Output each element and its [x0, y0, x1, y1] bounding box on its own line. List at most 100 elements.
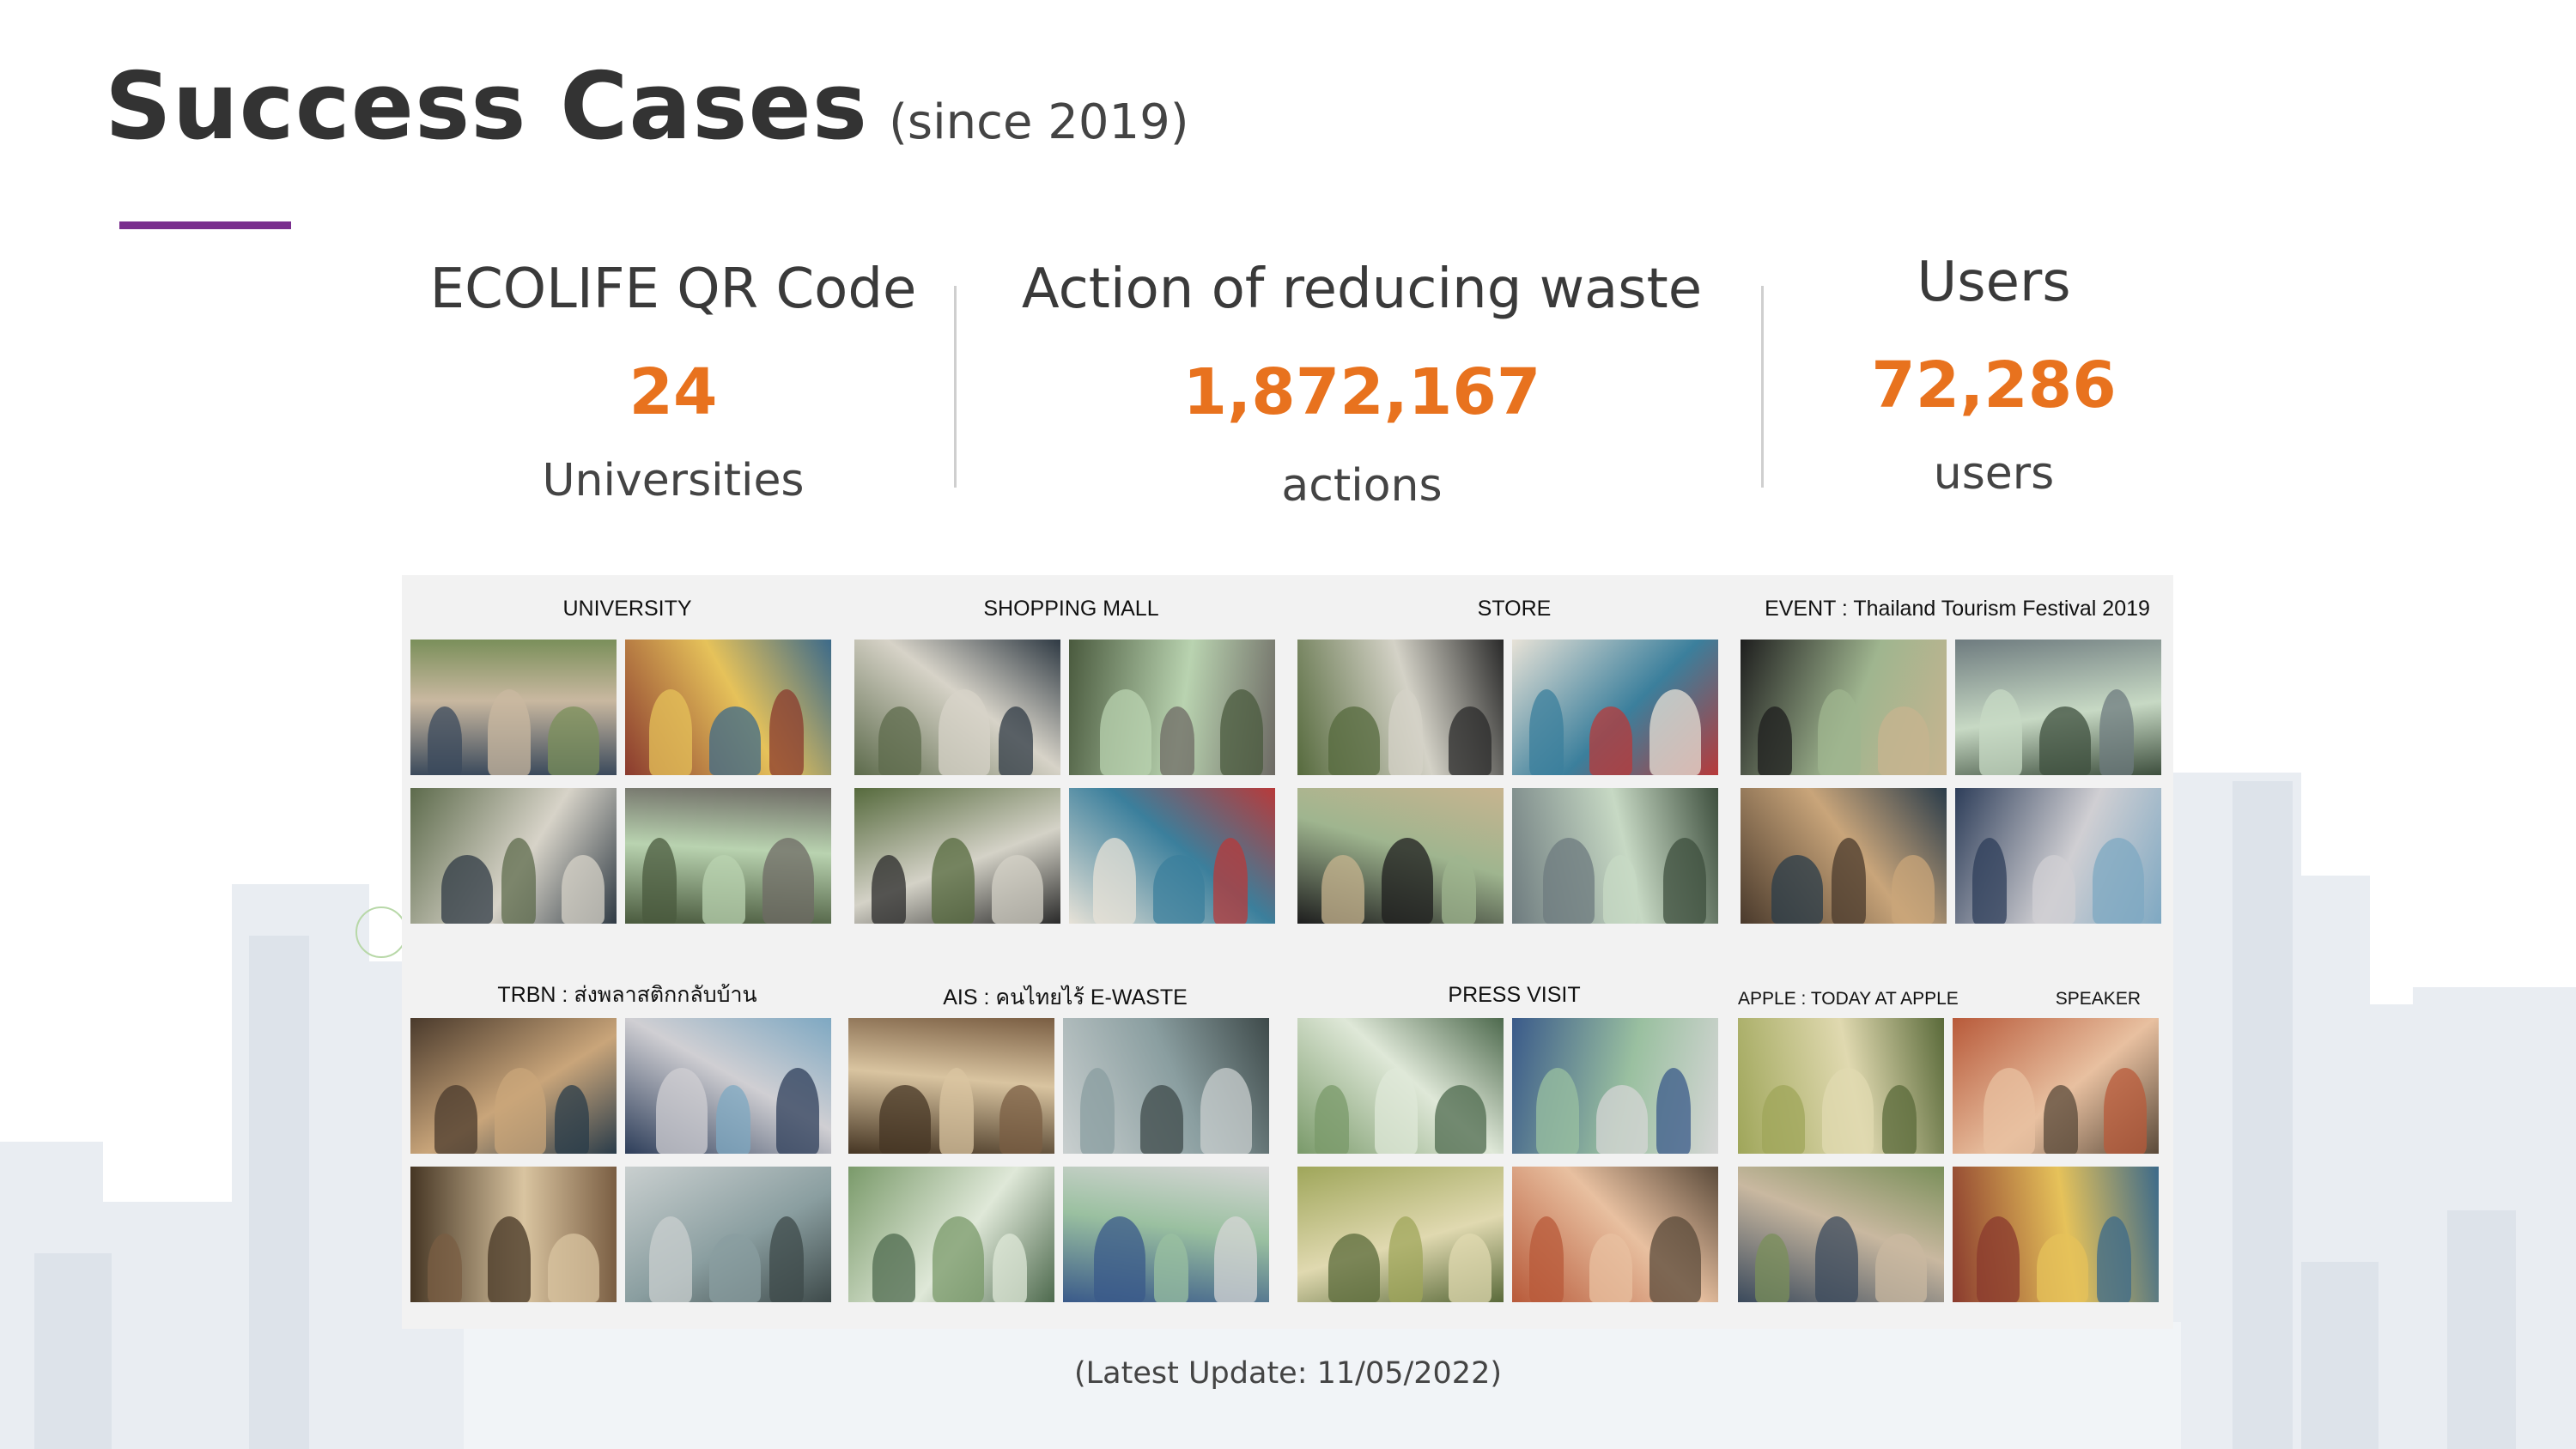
- photo-figure-shape: [1762, 1085, 1805, 1154]
- collage-photo: [1512, 1167, 1718, 1302]
- accent-bar: [119, 221, 291, 229]
- photo-figure-shape: [999, 706, 1033, 775]
- collage-photo: [854, 788, 1060, 924]
- slide-subtitle: (since 2019): [889, 94, 1189, 150]
- photo-grid: [854, 640, 1288, 924]
- collage-photo: [1063, 1018, 1269, 1154]
- photo-figure-shape: [933, 1216, 984, 1302]
- photo-figure-shape: [649, 689, 692, 775]
- photo-figure-shape: [1529, 689, 1564, 775]
- photo-figure-shape: [2037, 1234, 2088, 1302]
- photo-figure-shape: [872, 855, 906, 924]
- photo-figure-shape: [992, 855, 1043, 924]
- stat-divider: [954, 286, 957, 488]
- photo-figure-shape: [1442, 855, 1476, 924]
- photo-figure-shape: [1543, 838, 1595, 924]
- stat-unit: Universities: [542, 455, 805, 506]
- photo-figure-shape: [1388, 1216, 1423, 1302]
- photo-figure-shape: [1529, 1216, 1564, 1302]
- collage-photo: [1297, 788, 1504, 924]
- photo-figure-shape: [555, 1085, 589, 1154]
- collage-photo: [1063, 1167, 1269, 1302]
- collage-photo: [848, 1167, 1054, 1302]
- collage-photo: [1069, 788, 1275, 924]
- photo-grid: [410, 1018, 844, 1302]
- photo-figure-shape: [428, 706, 462, 775]
- collage-photo: [1069, 640, 1275, 775]
- group-label: PRESS VISIT: [1448, 983, 1581, 1007]
- photo-figure-shape: [1818, 689, 1861, 775]
- photo-figure-shape: [2093, 838, 2144, 924]
- photo-figure-shape: [2032, 855, 2075, 924]
- photo-figure-shape: [1388, 689, 1423, 775]
- photo-figure-shape: [939, 689, 990, 775]
- photo-grid: [410, 640, 844, 924]
- photo-figure-shape: [501, 838, 536, 924]
- collage-photo: [410, 640, 617, 775]
- photo-figure-shape: [1875, 1234, 1927, 1302]
- photo-figure-shape: [769, 689, 804, 775]
- photo-grid: [1297, 1018, 1731, 1302]
- stat-label: ECOLIFE QR Code: [429, 258, 917, 321]
- photo-figure-shape: [1328, 1234, 1380, 1302]
- group-trbn: TRBN : ส่งพลาสติกกลับบ้าน: [410, 979, 844, 1302]
- collage-photo: [410, 1167, 617, 1302]
- photo-figure-shape: [2099, 689, 2134, 775]
- collage-photo: [1512, 640, 1718, 775]
- stat-value: 1,872,167: [1182, 355, 1541, 429]
- photo-figure-shape: [488, 689, 531, 775]
- photo-figure-shape: [1536, 1068, 1579, 1154]
- photo-figure-shape: [702, 855, 745, 924]
- collage-photo: [625, 1018, 831, 1154]
- group-label: SHOPPING MALL: [983, 597, 1159, 621]
- photo-figure-shape: [1094, 1216, 1145, 1302]
- group-press-visit: PRESS VISIT: [1297, 979, 1731, 1302]
- photo-figure-shape: [1878, 706, 1929, 775]
- photo-grid: [1738, 1018, 2172, 1302]
- photo-figure-shape: [1220, 689, 1263, 775]
- photo-figure-shape: [1822, 1068, 1874, 1154]
- group-university: UNIVERSITY: [410, 592, 844, 924]
- group-label: APPLE : TODAY AT APPLE SPEAKER: [1738, 983, 2172, 1016]
- photo-figure-shape: [548, 706, 599, 775]
- collage-photo: [1738, 1167, 1944, 1302]
- photo-figure-shape: [1882, 1085, 1917, 1154]
- stat-label: Action of reducing waste: [1021, 258, 1703, 321]
- collage-photo: [1953, 1167, 2159, 1302]
- photo-figure-shape: [1315, 1085, 1349, 1154]
- photo-figure-shape: [1100, 689, 1151, 775]
- photo-figure-shape: [1213, 838, 1248, 924]
- photo-figure-shape: [656, 1068, 708, 1154]
- photo-figure-shape: [2039, 706, 2091, 775]
- photo-figure-shape: [1328, 706, 1380, 775]
- collage-photo: [1297, 1167, 1504, 1302]
- photo-figure-shape: [495, 1068, 546, 1154]
- photo-figure-shape: [1140, 1085, 1183, 1154]
- photo-figure-shape: [1755, 1234, 1789, 1302]
- photo-figure-shape: [1663, 838, 1706, 924]
- photo-figure-shape: [879, 1085, 931, 1154]
- photo-collage: UNIVERSITY SHOPPING MALL STORE EVENT : T…: [402, 575, 2173, 1329]
- photo-figure-shape: [1435, 1085, 1486, 1154]
- group-store: STORE: [1297, 592, 1731, 924]
- group-label-apple: APPLE : TODAY AT APPLE: [1738, 989, 1959, 1009]
- group-label: STORE: [1477, 597, 1552, 621]
- group-label: EVENT : Thailand Tourism Festival 2019: [1765, 597, 2150, 621]
- photo-figure-shape: [1382, 838, 1433, 924]
- photo-figure-shape: [1984, 1068, 2035, 1154]
- photo-figure-shape: [1080, 1068, 1115, 1154]
- photo-figure-shape: [776, 1068, 819, 1154]
- stat-users: Users 72,286 users: [1779, 251, 2208, 500]
- photo-figure-shape: [1596, 1085, 1648, 1154]
- photo-figure-shape: [434, 1085, 477, 1154]
- photo-figure-shape: [1449, 1234, 1492, 1302]
- group-shopping-mall: SHOPPING MALL: [854, 592, 1288, 924]
- collage-photo: [1297, 640, 1504, 775]
- photo-figure-shape: [1979, 689, 2022, 775]
- stat-actions: Action of reducing waste 1,872,167 actio…: [1018, 258, 1705, 512]
- collage-photo: [1738, 1018, 1944, 1154]
- stat-label: Users: [1917, 251, 2071, 314]
- group-label: AIS : คนไทยไร้ E-WASTE: [943, 985, 1188, 1009]
- latest-update-note: (Latest Update: 11/05/2022): [1074, 1356, 1502, 1391]
- photo-figure-shape: [428, 1234, 462, 1302]
